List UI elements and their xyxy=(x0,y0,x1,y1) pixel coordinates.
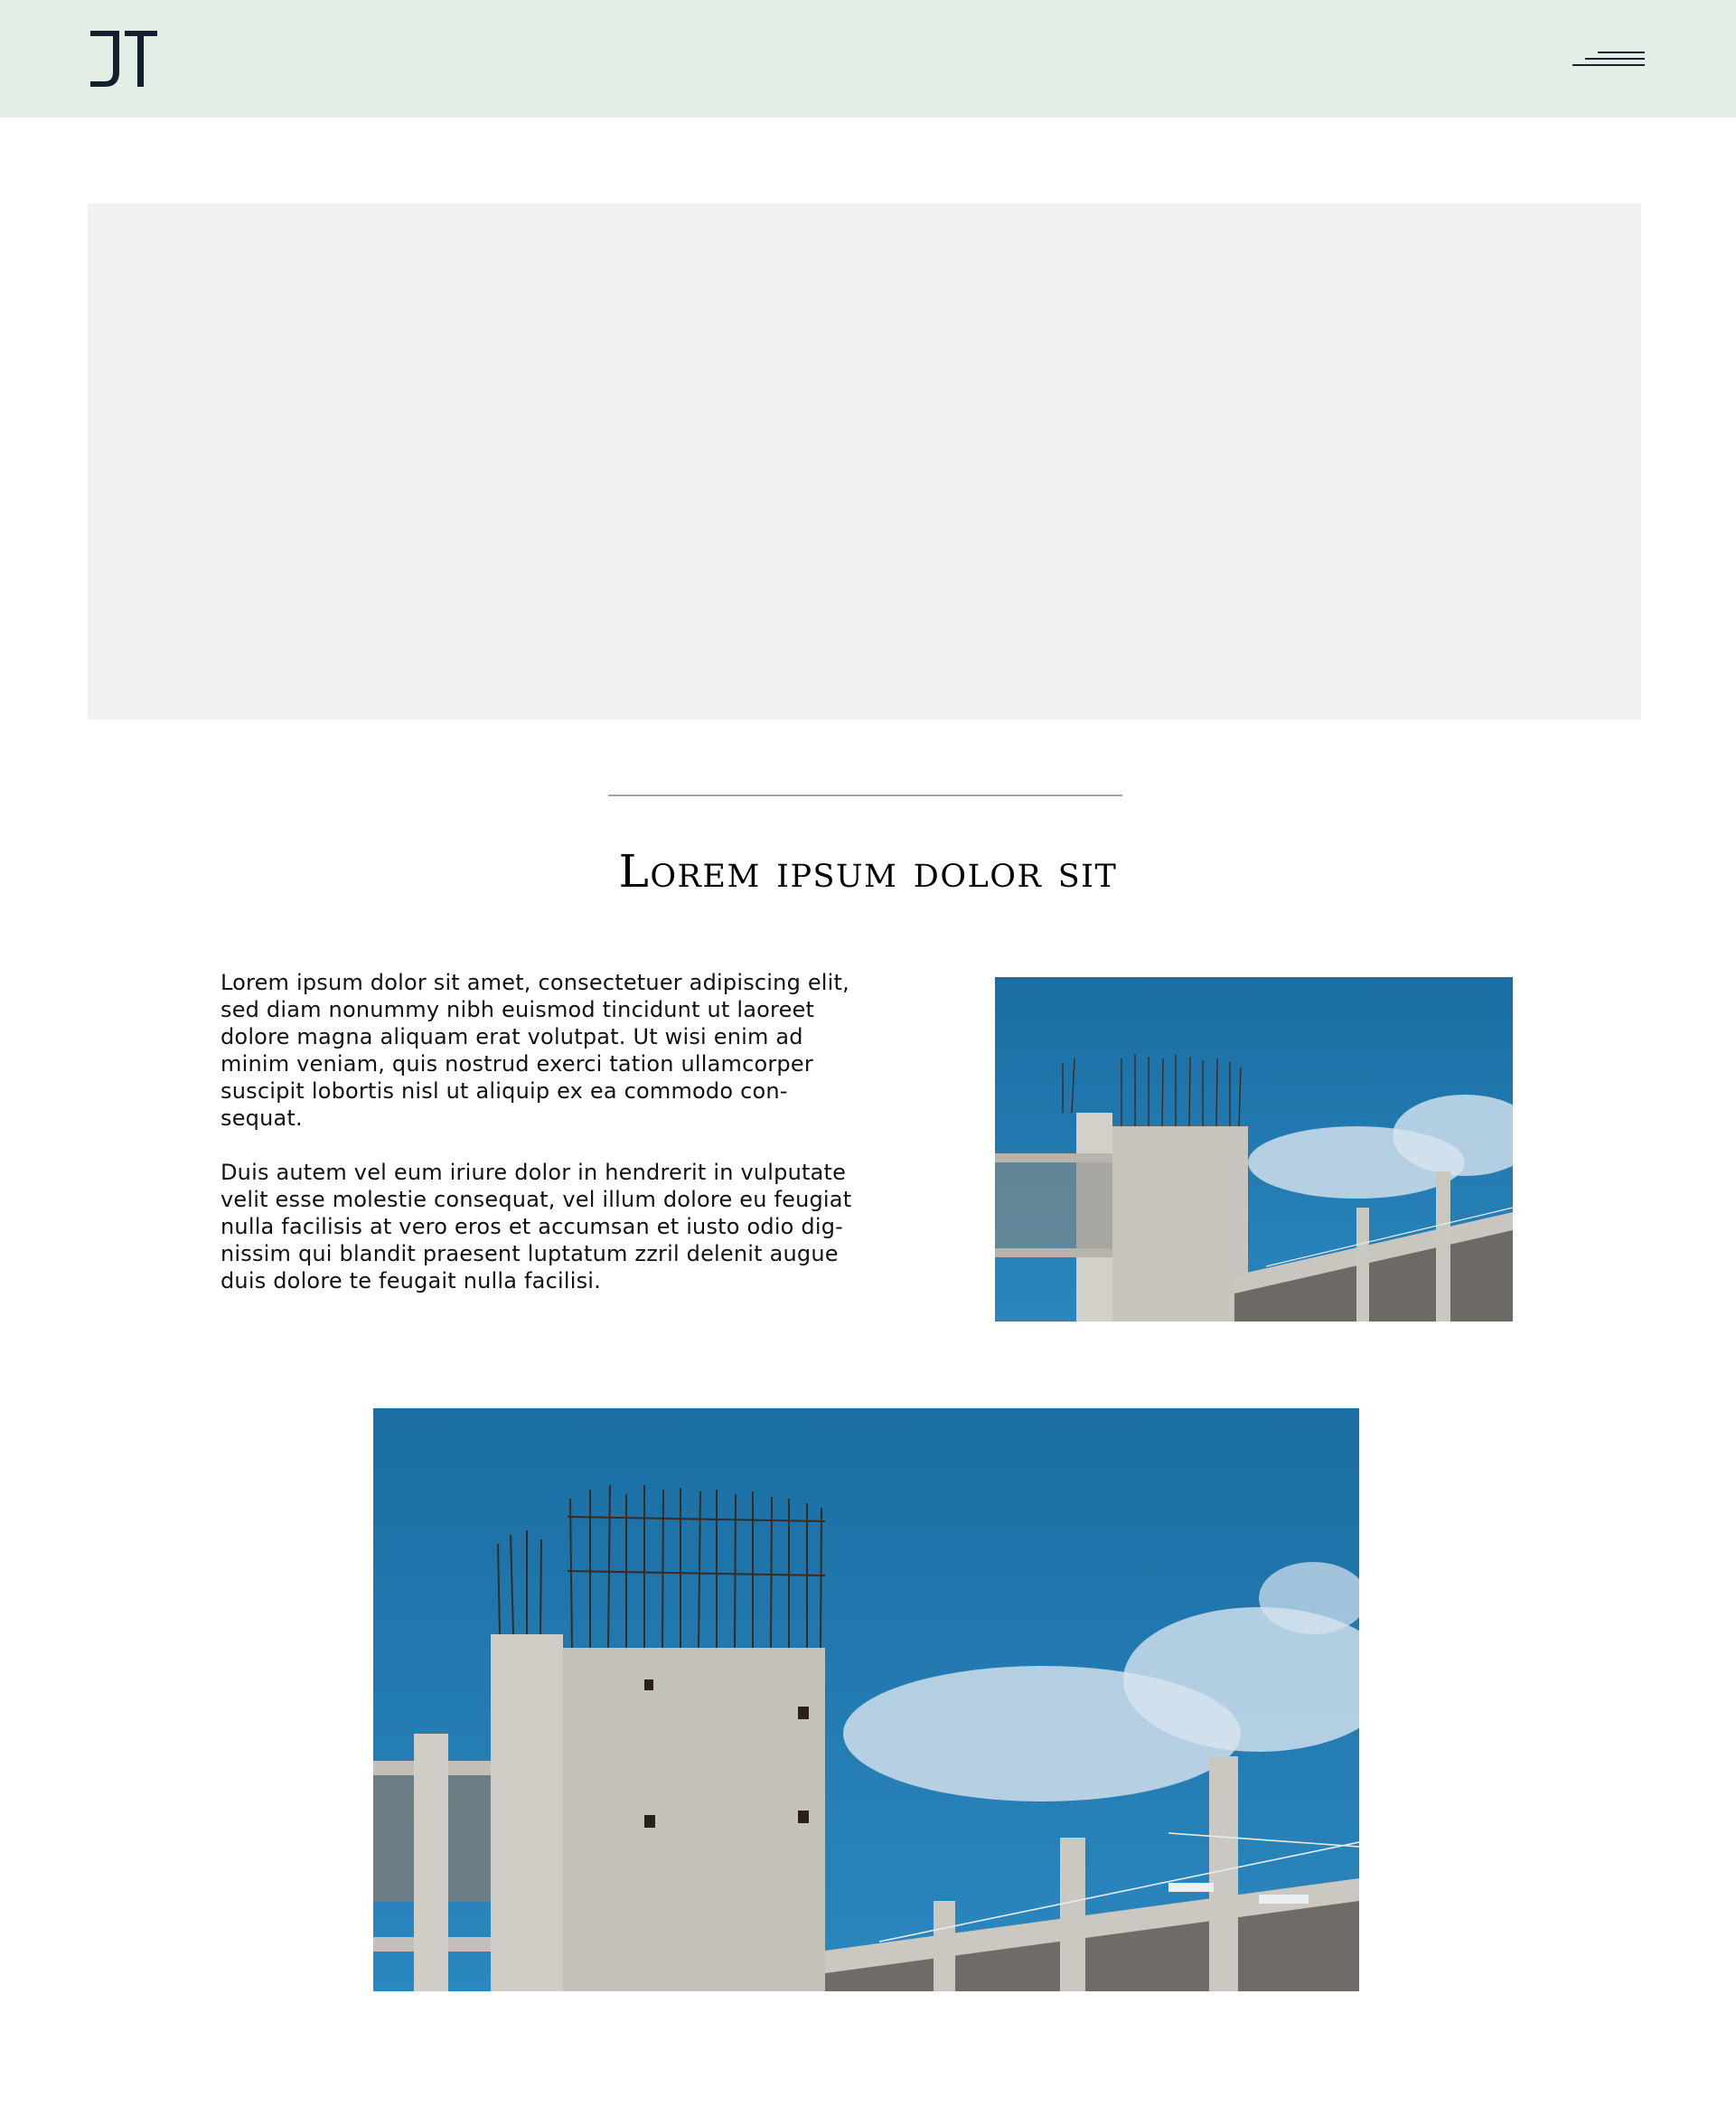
section-body: Lorem ipsum dolor sit amet, consectetuer… xyxy=(221,969,889,1322)
paragraph-1: Lorem ipsum dolor sit amet, consectetuer… xyxy=(221,970,849,1131)
paragraph-2: Duis autem vel eum iriure dolor in hendr… xyxy=(221,1160,852,1293)
hero-image-placeholder xyxy=(88,203,1641,720)
jt-logo-icon xyxy=(90,31,157,87)
construction-building-image xyxy=(373,1408,1359,1991)
section-divider xyxy=(608,795,1122,796)
site-header xyxy=(0,0,1736,118)
hamburger-menu-icon xyxy=(1572,52,1645,66)
construction-photo-small xyxy=(995,977,1513,1322)
construction-building-image xyxy=(995,977,1513,1322)
construction-photo-large xyxy=(373,1408,1359,1991)
section-title: Lorem ipsum dolor sit xyxy=(618,845,1118,898)
menu-button[interactable] xyxy=(1572,45,1645,74)
logo[interactable] xyxy=(89,27,161,90)
